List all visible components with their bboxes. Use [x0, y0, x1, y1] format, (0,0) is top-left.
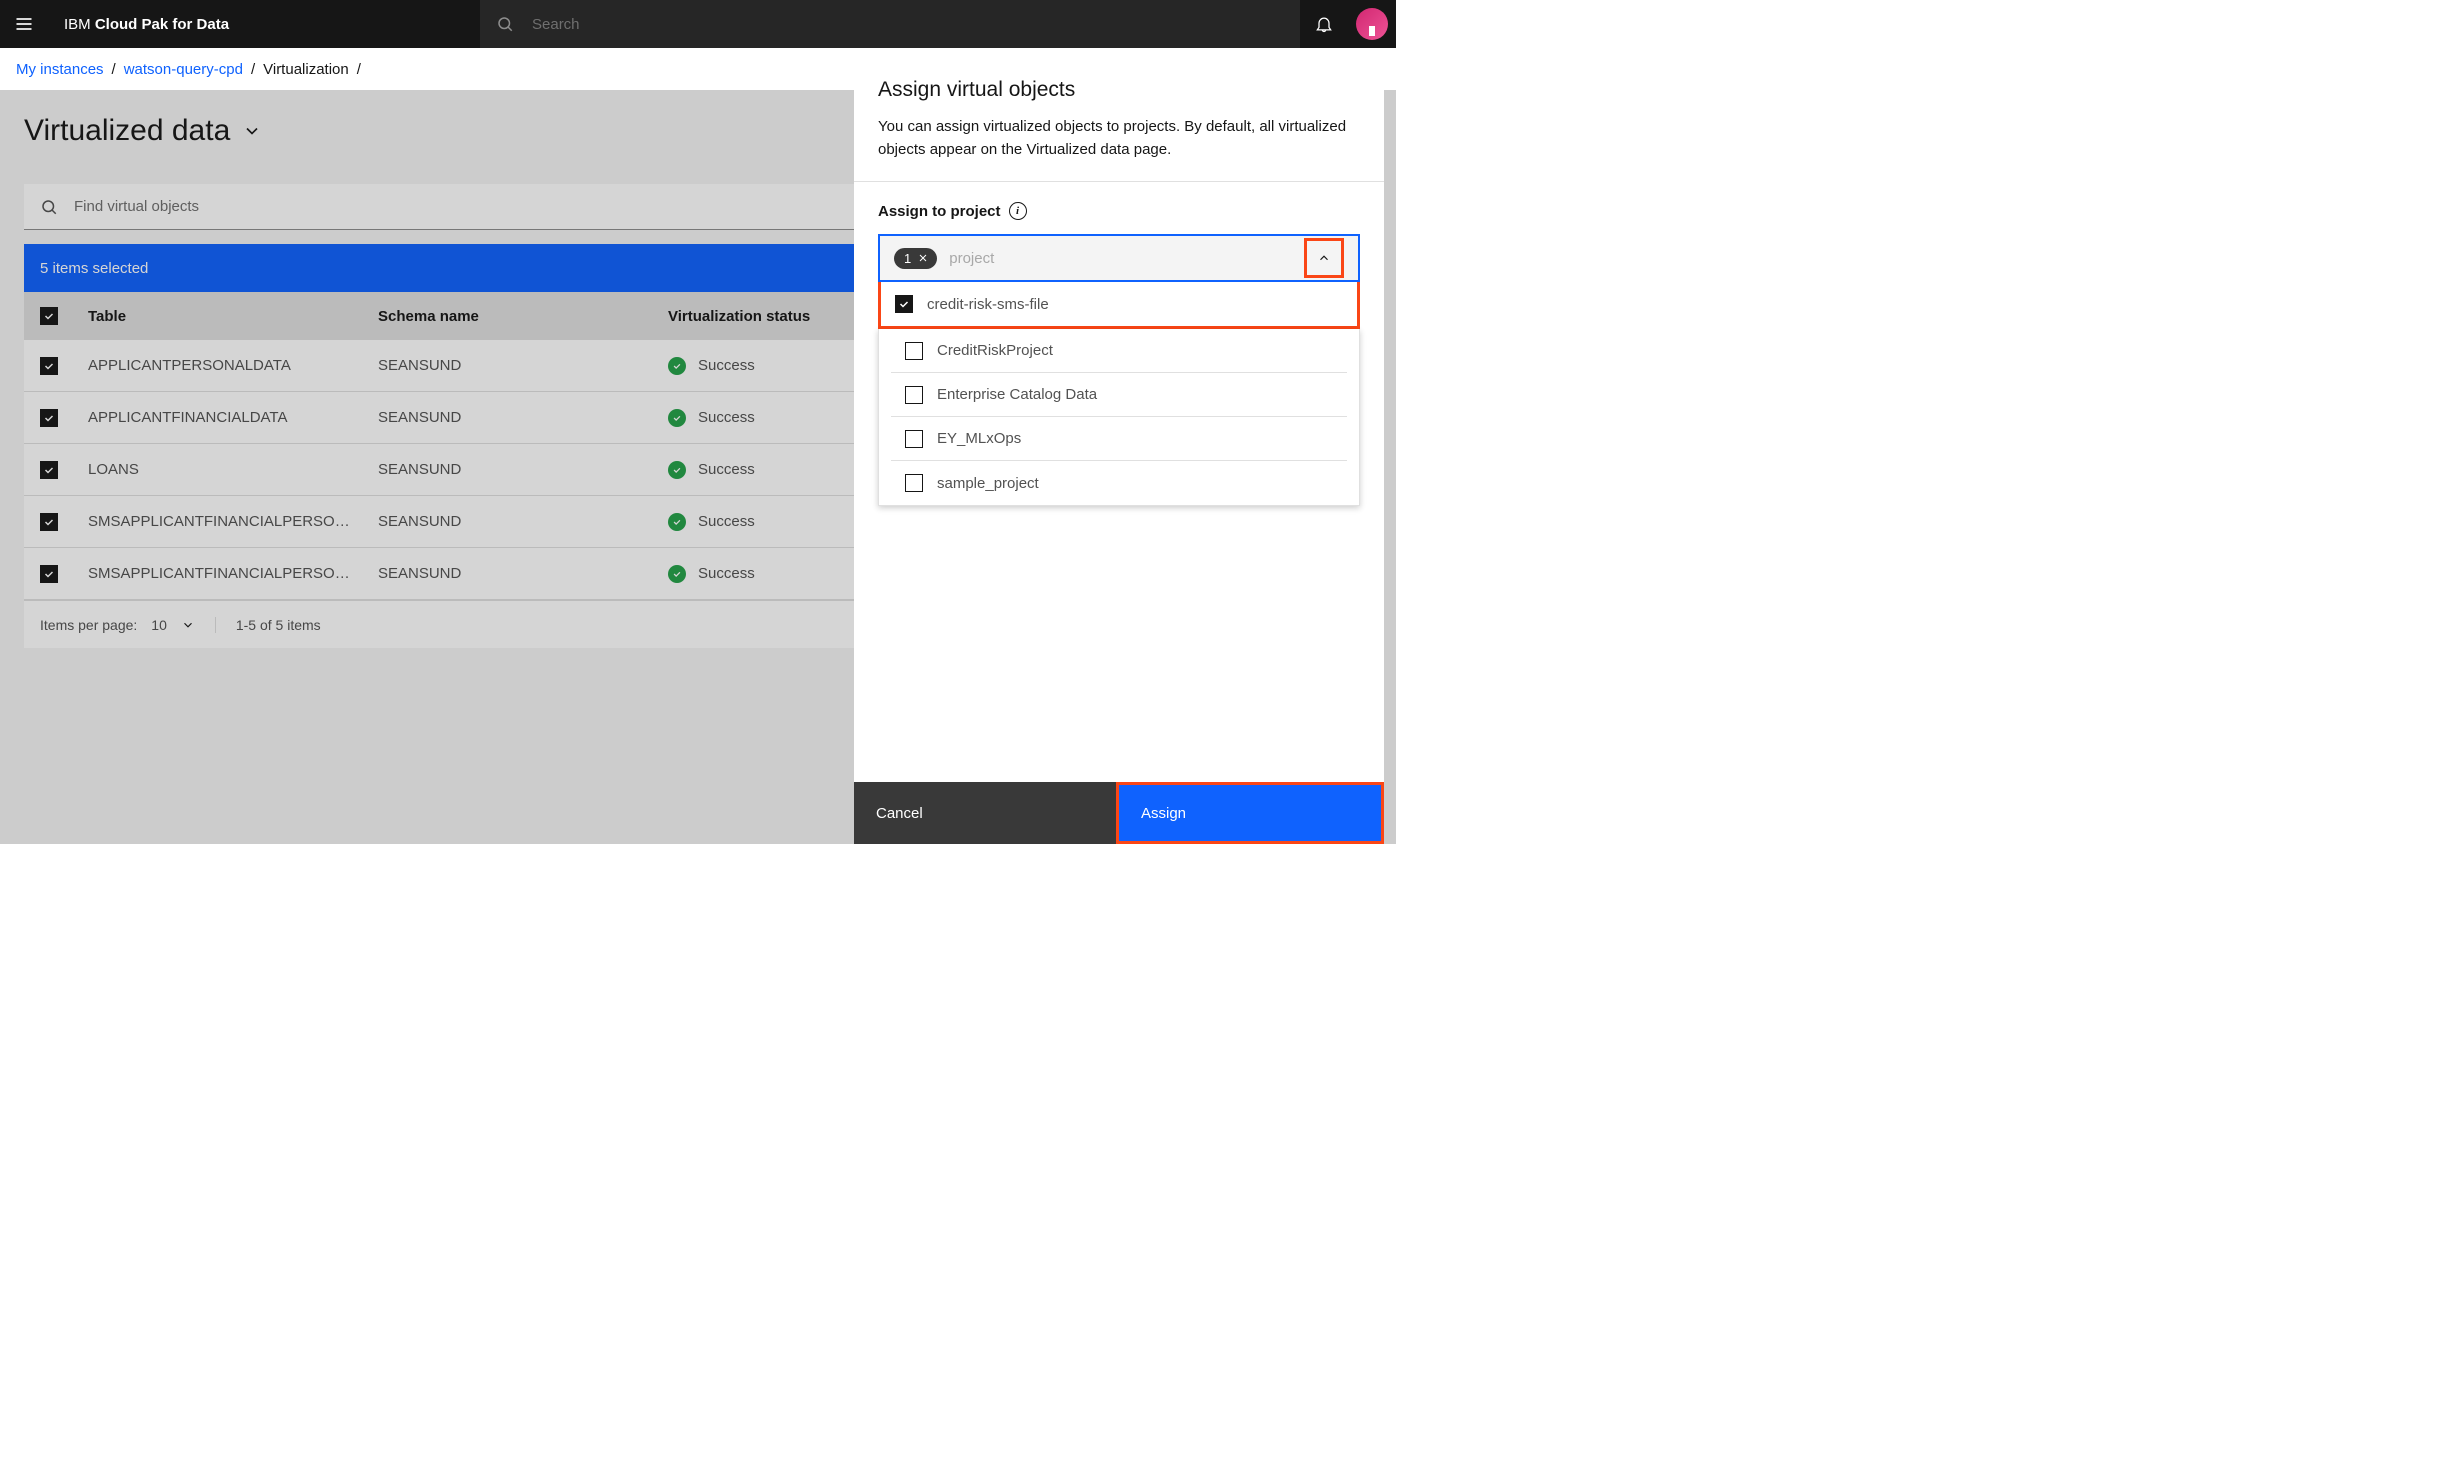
brand-prefix: IBM: [64, 16, 95, 33]
brand-name: Cloud Pak for Data: [95, 16, 229, 33]
cell-table: APPLICANTFINANCIALDATA: [88, 409, 378, 426]
panel-header: Assign virtual objects You can assign vi…: [854, 54, 1384, 182]
success-icon: [668, 565, 686, 583]
col-table[interactable]: Table: [88, 308, 378, 325]
row-checkbox[interactable]: [40, 513, 58, 531]
panel-description: You can assign virtualized objects to pr…: [878, 116, 1360, 161]
field-label-text: Assign to project: [878, 203, 1001, 220]
project-multiselect[interactable]: 1: [878, 234, 1360, 282]
cell-schema: SEANSUND: [378, 409, 668, 426]
global-search[interactable]: [480, 0, 1300, 48]
project-option[interactable]: credit-risk-sms-file: [881, 282, 1357, 326]
success-icon: [668, 409, 686, 427]
cell-table: APPLICANTPERSONALDATA: [88, 357, 378, 374]
breadcrumb-watson-query[interactable]: watson-query-cpd: [124, 61, 243, 78]
multiselect-input-row: 1: [880, 236, 1358, 280]
topbar-right: [1300, 0, 1396, 48]
panel-title: Assign virtual objects: [878, 78, 1360, 102]
bell-icon: [1314, 14, 1334, 34]
ipp-value: 10: [151, 617, 167, 633]
row-checkbox[interactable]: [40, 565, 58, 583]
page-title: Virtualized data: [24, 114, 230, 148]
close-icon[interactable]: [917, 252, 929, 264]
row-checkbox[interactable]: [40, 409, 58, 427]
cell-table: LOANS: [88, 461, 378, 478]
page-range: 1-5 of 5 items: [216, 617, 321, 633]
option-label: credit-risk-sms-file: [927, 296, 1049, 313]
project-option[interactable]: EY_MLxOps: [891, 417, 1347, 461]
row-checkbox[interactable]: [40, 461, 58, 479]
chevron-down-icon: [181, 618, 195, 632]
ipp-label: Items per page:: [40, 617, 137, 633]
success-icon: [668, 461, 686, 479]
panel-footer: Cancel Assign: [854, 782, 1384, 844]
cell-schema: SEANSUND: [378, 565, 668, 582]
project-option[interactable]: Enterprise Catalog Data: [891, 373, 1347, 417]
global-search-input[interactable]: [532, 16, 1284, 33]
panel-body: Assign to project i 1 credit-risk-sms-fi…: [854, 182, 1384, 844]
dropdown-toggle[interactable]: [1304, 238, 1344, 278]
info-icon[interactable]: i: [1009, 202, 1027, 220]
items-per-page[interactable]: Items per page: 10: [40, 617, 216, 633]
brand-label: IBM Cloud Pak for Data: [48, 16, 245, 33]
option-checkbox[interactable]: [905, 386, 923, 404]
cell-table: SMSAPPLICANTFINANCIALPERSO…: [88, 565, 378, 582]
row-checkbox[interactable]: [40, 357, 58, 375]
option-label: CreditRiskProject: [937, 342, 1053, 359]
breadcrumb-separator: /: [349, 61, 369, 78]
col-schema[interactable]: Schema name: [378, 308, 668, 325]
option-label: EY_MLxOps: [937, 430, 1021, 447]
chevron-down-icon[interactable]: [242, 121, 262, 141]
success-icon: [668, 513, 686, 531]
user-avatar[interactable]: [1348, 0, 1396, 48]
menu-icon[interactable]: [0, 0, 48, 48]
assign-field-label: Assign to project i: [878, 202, 1360, 220]
option-label: sample_project: [937, 475, 1039, 492]
option-checkbox[interactable]: [905, 342, 923, 360]
selection-tag[interactable]: 1: [894, 248, 937, 269]
cell-schema: SEANSUND: [378, 461, 668, 478]
breadcrumb-separator: /: [104, 61, 124, 78]
cell-table: SMSAPPLICANTFINANCIALPERSO…: [88, 513, 378, 530]
top-bar: IBM Cloud Pak for Data: [0, 0, 1396, 48]
project-option[interactable]: CreditRiskProject: [891, 329, 1347, 373]
chevron-up-icon: [1317, 251, 1331, 265]
tag-count: 1: [904, 251, 911, 266]
dropdown-list: CreditRiskProject Enterprise Catalog Data…: [878, 329, 1360, 506]
cell-schema: SEANSUND: [378, 357, 668, 374]
search-icon: [496, 15, 514, 33]
breadcrumb-my-instances[interactable]: My instances: [16, 61, 104, 78]
option-label: Enterprise Catalog Data: [937, 386, 1097, 403]
selection-count: 5 items selected: [40, 260, 148, 277]
cell-schema: SEANSUND: [378, 513, 668, 530]
dropdown-highlighted: credit-risk-sms-file: [878, 282, 1360, 329]
assign-button[interactable]: Assign: [1116, 782, 1384, 844]
success-icon: [668, 357, 686, 375]
breadcrumb-virtualization: Virtualization: [263, 61, 349, 78]
avatar-icon: [1356, 8, 1388, 40]
cancel-button[interactable]: Cancel: [854, 782, 1116, 844]
option-checkbox[interactable]: [905, 474, 923, 492]
option-checkbox[interactable]: [905, 430, 923, 448]
project-filter-input[interactable]: [949, 250, 1304, 267]
search-icon: [40, 198, 58, 216]
breadcrumb-separator: /: [243, 61, 263, 78]
option-checkbox[interactable]: [895, 295, 913, 313]
project-option[interactable]: sample_project: [891, 461, 1347, 505]
assign-panel: Assign virtual objects You can assign vi…: [854, 54, 1384, 844]
notifications-button[interactable]: [1300, 0, 1348, 48]
select-all-checkbox[interactable]: [40, 307, 58, 325]
